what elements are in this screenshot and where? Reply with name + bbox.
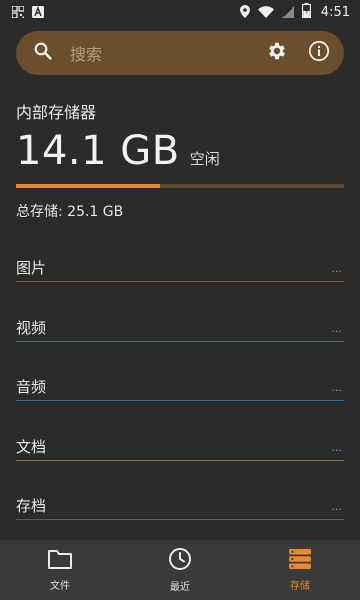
status-bar: 4:51 xyxy=(0,0,360,24)
battery-icon xyxy=(301,2,311,22)
category-label: 视频 xyxy=(16,318,47,337)
category-item-audio[interactable]: 音频 ... xyxy=(16,355,344,415)
search-icon[interactable] xyxy=(34,42,52,64)
nav-label: 存储 xyxy=(290,581,310,592)
category-label: 文档 xyxy=(16,437,47,456)
category-item-archives[interactable]: 存档 ... xyxy=(16,474,344,534)
info-icon[interactable] xyxy=(308,40,330,66)
more-icon[interactable]: ... xyxy=(332,262,343,275)
category-list: 图片 ... 视频 ... 音频 ... 文档 ... 存档 ... xyxy=(16,236,344,534)
category-label: 图片 xyxy=(16,259,47,277)
category-label: 音频 xyxy=(16,378,47,396)
search-input[interactable]: 搜索 xyxy=(70,41,266,65)
category-divider xyxy=(16,340,344,342)
search-actions xyxy=(266,40,330,66)
nav-item-recent[interactable]: 最近 xyxy=(120,540,240,600)
total-storage: 总存储: 25.1 GB xyxy=(16,204,124,220)
location-icon xyxy=(239,3,250,22)
search-bar[interactable]: 搜索 xyxy=(16,31,344,75)
status-time: 4:51 xyxy=(320,4,350,20)
more-icon[interactable]: ... xyxy=(332,441,343,454)
category-item-images[interactable]: 图片 ... xyxy=(16,236,344,296)
clock-icon xyxy=(168,547,192,575)
storage-icon xyxy=(288,548,312,574)
status-left xyxy=(11,3,44,22)
storage-free: 14.1 GB 空闲 xyxy=(16,128,220,174)
more-icon[interactable]: ... xyxy=(332,500,343,513)
category-divider xyxy=(16,281,344,282)
category-divider xyxy=(16,459,344,461)
qr-icon xyxy=(11,3,25,22)
nav-item-storage[interactable]: 存储 xyxy=(240,540,360,600)
storage-section-title: 内部存储器 xyxy=(16,103,97,122)
category-item-videos[interactable]: 视频 ... xyxy=(16,296,344,356)
free-space-value: 14.1 GB xyxy=(16,128,180,174)
category-label: 存档 xyxy=(16,497,47,515)
nav-label: 文件 xyxy=(50,581,70,592)
bottom-nav: 文件 最近 存储 xyxy=(0,540,360,600)
folder-icon xyxy=(47,548,73,574)
more-icon[interactable]: ... xyxy=(332,381,343,394)
storage-progress-bar xyxy=(16,184,344,188)
app-a-icon xyxy=(32,3,44,22)
signal-icon xyxy=(281,3,294,22)
category-divider xyxy=(16,519,344,520)
nav-item-files[interactable]: 文件 xyxy=(0,540,120,600)
wifi-icon xyxy=(257,3,274,22)
category-item-documents[interactable]: 文档 ... xyxy=(16,415,344,475)
gear-icon[interactable] xyxy=(266,40,288,66)
storage-progress-fill xyxy=(16,184,161,188)
more-icon[interactable]: ... xyxy=(332,322,343,335)
status-right: 4:51 xyxy=(239,2,350,22)
category-divider xyxy=(16,400,344,401)
nav-label: 最近 xyxy=(170,582,190,593)
free-space-label: 空闲 xyxy=(189,150,220,168)
